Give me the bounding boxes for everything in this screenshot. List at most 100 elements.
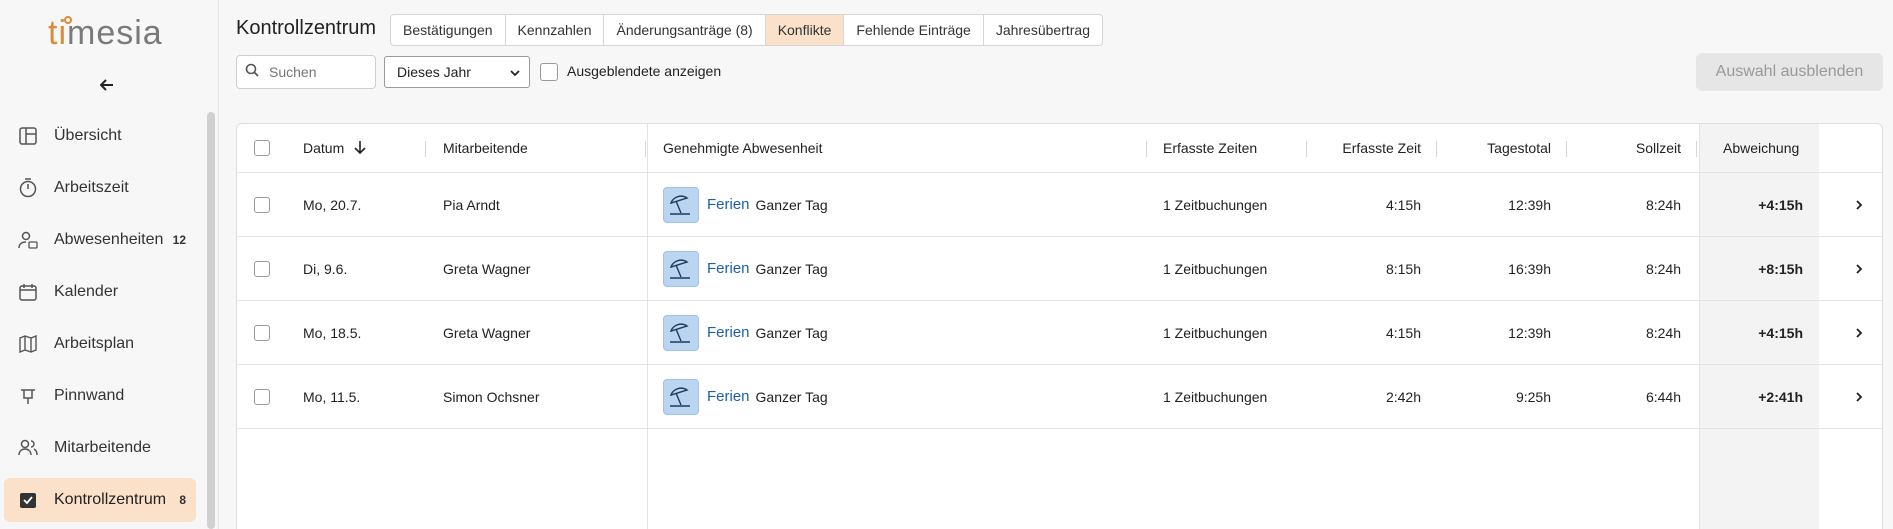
logo-mesia: mesia bbox=[67, 14, 163, 52]
col-header-recorded[interactable]: Erfasste Zeit bbox=[1307, 124, 1421, 172]
cell-employee: Pia Arndt bbox=[443, 196, 500, 213]
col-header-employee[interactable]: Mitarbeitende bbox=[443, 124, 528, 172]
stopwatch-icon bbox=[18, 178, 38, 198]
tab-konflikte[interactable]: Konflikte bbox=[765, 15, 845, 45]
cell-date: Mo, 11.5. bbox=[303, 388, 361, 405]
row-checkbox-cell bbox=[254, 301, 270, 364]
count-badge: 8 bbox=[179, 493, 186, 507]
absence-type: Ferien bbox=[707, 260, 750, 277]
tab-fehlende-eintraege[interactable]: Fehlende Einträge bbox=[844, 15, 984, 45]
row-checkbox[interactable] bbox=[254, 260, 270, 277]
sidebar-item-pinnwand[interactable]: Pinnwand bbox=[4, 374, 196, 418]
select-all-checkbox[interactable] bbox=[254, 140, 270, 156]
chevron-right-icon[interactable] bbox=[1854, 237, 1864, 300]
absence-duration: Ganzer Tag bbox=[755, 324, 828, 341]
sidebar-scrollbar[interactable] bbox=[207, 112, 215, 529]
cell-recorded: 4:15h bbox=[1385, 324, 1421, 341]
beach-umbrella-icon bbox=[663, 250, 699, 287]
tab-bestaetigungen[interactable]: Bestätigungen bbox=[391, 15, 506, 45]
sidebar-item-mitarbeitende[interactable]: Mitarbeitende bbox=[4, 426, 196, 470]
column-separator bbox=[425, 141, 426, 157]
table-row[interactable]: Di, 9.6. Greta Wagner Ferien Ganzer Tag … bbox=[237, 237, 1882, 301]
absence-duration: Ganzer Tag bbox=[755, 388, 828, 405]
absence-duration: Ganzer Tag bbox=[755, 260, 828, 277]
sidebar-item-arbeitsplan[interactable]: Arbeitsplan bbox=[4, 322, 196, 366]
col-header-label: Datum bbox=[303, 140, 345, 156]
row-checkbox-cell bbox=[254, 173, 270, 236]
cell-date: Di, 9.6. bbox=[303, 260, 348, 277]
sidebar: timesia Übersicht Arbeitszeit Abwesenhei… bbox=[0, 0, 219, 529]
col-header-absence[interactable]: Genehmigte Abwesenheit bbox=[663, 124, 823, 172]
column-separator bbox=[1696, 141, 1697, 157]
row-checkbox-cell bbox=[254, 365, 270, 428]
sidebar-item-label: Mitarbeitende bbox=[54, 439, 151, 456]
count-badge: 12 bbox=[172, 233, 186, 247]
column-separator bbox=[645, 141, 646, 157]
col-header-deviation[interactable]: Abweichung bbox=[1723, 124, 1799, 172]
cell-daily-total: 12:39h bbox=[1508, 324, 1551, 341]
row-checkbox-cell bbox=[254, 237, 270, 300]
cell-deviation: +4:15h bbox=[1758, 324, 1803, 341]
show-hidden-checkbox[interactable] bbox=[540, 63, 558, 81]
row-checkbox[interactable] bbox=[254, 324, 270, 341]
cell-entries: 1 Zeitbuchungen bbox=[1163, 324, 1268, 341]
cell-deviation: +2:41h bbox=[1758, 388, 1803, 405]
cell-deviation: +4:15h bbox=[1758, 196, 1803, 213]
sidebar-item-kontrollzentrum[interactable]: Kontrollzentrum 8 bbox=[4, 478, 196, 522]
cell-target: 6:44h bbox=[1645, 388, 1681, 405]
cell-recorded: 4:15h bbox=[1385, 196, 1421, 213]
tab-kennzahlen[interactable]: Kennzahlen bbox=[506, 15, 605, 45]
period-select[interactable]: Dieses Jahr bbox=[384, 56, 530, 88]
logo-dot bbox=[64, 16, 72, 24]
search-box bbox=[236, 55, 376, 89]
show-hidden-label: Ausgeblendete anzeigen bbox=[567, 63, 722, 79]
sidebar-item-label: Pinnwand bbox=[54, 387, 125, 404]
table-header: Datum Mitarbeitende Genehmigte Abwesenhe… bbox=[237, 124, 1882, 173]
hide-selection-button[interactable]: Auswahl ausblenden bbox=[1696, 53, 1883, 91]
beach-umbrella-icon bbox=[663, 314, 699, 351]
col-header-daily-total[interactable]: Tagestotal bbox=[1437, 124, 1551, 172]
arrow-left-icon[interactable] bbox=[99, 78, 114, 97]
sidebar-item-arbeitszeit[interactable]: Arbeitszeit bbox=[4, 166, 196, 210]
conflicts-table: Datum Mitarbeitende Genehmigte Abwesenhe… bbox=[236, 123, 1883, 529]
chevron-right-icon[interactable] bbox=[1854, 301, 1864, 364]
cell-daily-total: 9:25h bbox=[1515, 388, 1551, 405]
col-header-entries[interactable]: Erfasste Zeiten bbox=[1163, 124, 1257, 172]
cell-absence: Ferien Ganzer Tag bbox=[663, 301, 828, 364]
column-separator bbox=[1146, 141, 1147, 157]
absence-type: Ferien bbox=[707, 388, 750, 405]
sidebar-item-abwesenheiten[interactable]: Abwesenheiten 12 bbox=[4, 218, 196, 262]
tab-jahresuebertrag[interactable]: Jahresübertrag bbox=[984, 15, 1102, 45]
arrow-down-icon bbox=[354, 140, 366, 157]
beach-umbrella-icon bbox=[663, 378, 699, 415]
cell-target: 8:24h bbox=[1645, 324, 1681, 341]
cell-entries: 1 Zeitbuchungen bbox=[1163, 260, 1268, 277]
checkbox-icon bbox=[18, 490, 38, 510]
cell-target: 8:24h bbox=[1645, 260, 1681, 277]
cell-daily-total: 16:39h bbox=[1508, 260, 1551, 277]
timesia-logo[interactable]: timesia bbox=[48, 14, 163, 53]
chevron-down-icon bbox=[509, 66, 521, 82]
select-all-cell bbox=[254, 124, 270, 172]
cell-target: 8:24h bbox=[1645, 196, 1681, 213]
col-header-target[interactable]: Sollzeit bbox=[1567, 124, 1681, 172]
cell-employee: Simon Ochsner bbox=[443, 388, 540, 405]
sidebar-item-uebersicht[interactable]: Übersicht bbox=[4, 114, 196, 158]
tab-bar: Bestätigungen Kennzahlen Änderungsanträg… bbox=[390, 14, 1103, 46]
tab-aenderungsantraege[interactable]: Änderungsanträge (8) bbox=[604, 15, 766, 45]
sidebar-item-kalender[interactable]: Kalender bbox=[4, 270, 196, 314]
row-checkbox[interactable] bbox=[254, 388, 270, 405]
table-row[interactable]: Mo, 11.5. Simon Ochsner Ferien Ganzer Ta… bbox=[237, 365, 1882, 429]
cell-deviation: +8:15h bbox=[1758, 260, 1803, 277]
pin-board-icon bbox=[18, 386, 38, 406]
sidebar-nav: Übersicht Arbeitszeit Abwesenheiten 12 K… bbox=[4, 114, 196, 529]
cell-recorded: 2:42h bbox=[1385, 388, 1421, 405]
table-row[interactable]: Mo, 20.7. Pia Arndt Ferien Ganzer Tag 1 … bbox=[237, 173, 1882, 237]
chevron-right-icon[interactable] bbox=[1854, 365, 1864, 428]
search-icon bbox=[245, 63, 259, 81]
table-row[interactable]: Mo, 18.5. Greta Wagner Ferien Ganzer Tag… bbox=[237, 301, 1882, 365]
chevron-right-icon[interactable] bbox=[1854, 173, 1864, 236]
search-input[interactable] bbox=[269, 64, 369, 80]
col-header-date[interactable]: Datum bbox=[303, 124, 366, 172]
row-checkbox[interactable] bbox=[254, 196, 270, 213]
